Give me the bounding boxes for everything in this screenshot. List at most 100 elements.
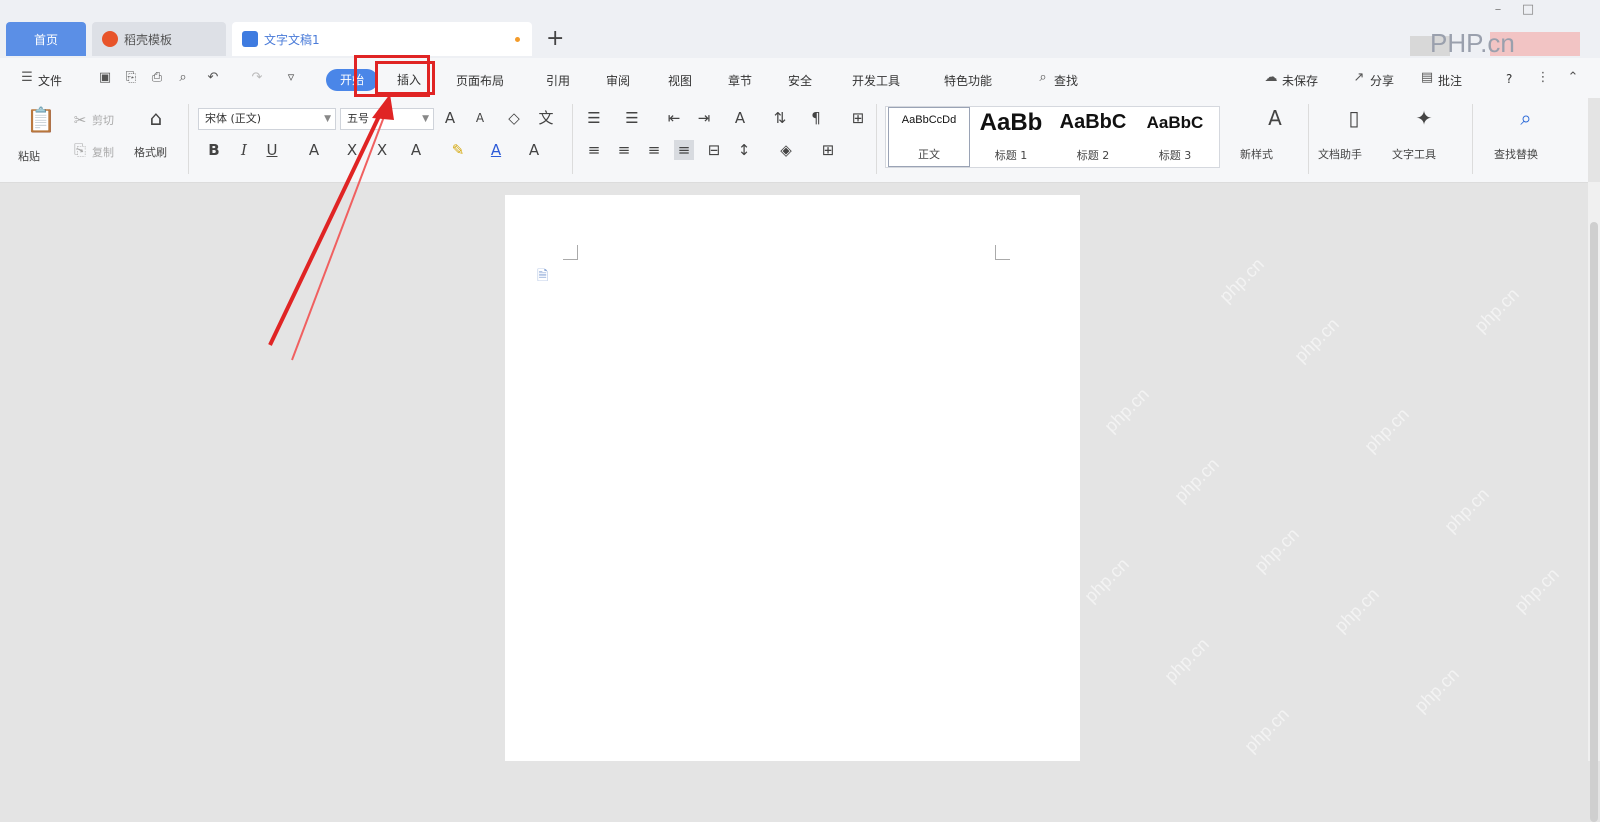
tab-layout[interactable]: 页面布局 (456, 72, 504, 89)
watermark-text: php.cn (1290, 313, 1343, 367)
vertical-scrollbar[interactable] (1588, 182, 1600, 822)
watermark-text: php.cn (1250, 523, 1303, 577)
cut-icon[interactable]: ✂ (70, 110, 90, 130)
style-preview: AaBb (979, 109, 1043, 136)
menu-search[interactable]: 查找 (1054, 72, 1078, 89)
tab-dev[interactable]: 开发工具 (852, 72, 900, 89)
style-name: 标题 3 (1158, 149, 1192, 162)
new-tab-button[interactable]: + (546, 26, 564, 51)
divider (1472, 104, 1473, 174)
export-icon[interactable]: ⎘ (124, 71, 138, 85)
format-painter-icon[interactable]: ⌂ (146, 108, 166, 128)
paste-icon[interactable]: 📋 (26, 108, 56, 132)
pinyin-icon[interactable]: 文 (536, 108, 556, 128)
find-replace-icon[interactable]: ⌕ (1516, 108, 1536, 128)
tab-security[interactable]: 安全 (788, 72, 812, 89)
shrink-font-icon[interactable]: A (470, 108, 490, 128)
watermark-text: php.cn (1160, 633, 1213, 687)
bullet-list-icon[interactable]: ☰ (584, 108, 604, 128)
new-style-icon[interactable]: A (1260, 108, 1290, 128)
copy-button[interactable]: 复制 (92, 144, 114, 160)
watermark-text: php.cn (1510, 563, 1563, 617)
highlight-icon[interactable]: ✎ (448, 140, 468, 160)
align-left-icon[interactable]: ≡ (584, 140, 604, 160)
restore-icon[interactable]: □ (1520, 3, 1536, 16)
border-icon[interactable]: ⊞ (818, 140, 838, 160)
style-heading-1[interactable]: AaBb 标题 1 (970, 107, 1052, 167)
menu-bar: ☰ 文件 ▣ ⎘ ⎙ ⌕ ↶ ↷ ▿ 开始 插入 页面布局 引用 审阅 视图 章… (0, 58, 1600, 98)
share-button[interactable]: 分享 (1370, 72, 1394, 89)
subscript-icon[interactable]: X (372, 140, 392, 160)
collapse-ribbon-icon[interactable]: ⌃ (1566, 71, 1580, 85)
text-effect-icon[interactable]: A (406, 140, 426, 160)
align-right-icon[interactable]: ≡ (644, 140, 664, 160)
unsaved-status[interactable]: 未保存 (1282, 72, 1318, 89)
superscript-icon[interactable]: X (342, 140, 362, 160)
tab-template[interactable]: 稻壳模板 (92, 22, 226, 56)
strikethrough-icon[interactable]: A (304, 140, 324, 160)
more-icon[interactable]: ⋮ (1536, 71, 1550, 85)
preview-icon[interactable]: ⌕ (176, 71, 190, 85)
increase-indent-icon[interactable]: ⇥ (694, 108, 714, 128)
sort-icon[interactable]: ⇅ (770, 108, 790, 128)
comment-icon: ▤ (1420, 70, 1434, 85)
menu-file[interactable]: 文件 (38, 72, 62, 89)
font-family-value: 宋体 (正文) (205, 112, 262, 125)
decrease-indent-icon[interactable]: ⇤ (664, 108, 684, 128)
save-icon[interactable]: ▣ (98, 71, 112, 85)
doc-assistant-icon[interactable]: ▯ (1344, 108, 1364, 128)
distribute-icon[interactable]: ⊟ (704, 140, 724, 160)
document-page[interactable]: 🗎 (505, 195, 1080, 761)
annotate-button[interactable]: 批注 (1438, 72, 1462, 89)
text-tools-button[interactable]: 文字工具 (1392, 146, 1436, 162)
find-replace-button[interactable]: 查找替换 (1494, 146, 1538, 162)
tab-document[interactable]: 文字文稿1 (232, 22, 532, 56)
style-normal[interactable]: AaBbCcDd 正文 (888, 107, 970, 167)
tab-review[interactable]: 审阅 (606, 72, 630, 89)
paragraph-icon[interactable]: 🗎 (537, 265, 548, 289)
show-marks-icon[interactable]: ¶ (806, 108, 826, 128)
tab-home[interactable]: 首页 (6, 22, 86, 56)
new-style-button[interactable]: 新样式 (1240, 146, 1273, 162)
text-tools-icon[interactable]: ✦ (1414, 108, 1434, 128)
search-icon[interactable]: ⌕ (1036, 71, 1050, 85)
copy-icon[interactable]: ⎘ (70, 140, 90, 160)
redo-icon[interactable]: ↷ (250, 71, 264, 85)
numbered-list-icon[interactable]: ☰ (622, 108, 642, 128)
italic-icon[interactable]: I (234, 140, 254, 160)
format-painter-button[interactable]: 格式刷 (134, 144, 167, 160)
char-border-icon[interactable]: A (524, 140, 544, 160)
tab-template-label: 稻壳模板 (124, 32, 173, 47)
print-icon[interactable]: ⎙ (150, 71, 164, 85)
tab-chapter[interactable]: 章节 (728, 72, 752, 89)
tab-reference[interactable]: 引用 (546, 72, 570, 89)
help-button[interactable]: ? (1506, 72, 1512, 86)
table-icon[interactable]: ⊞ (848, 108, 868, 128)
tab-document-label: 文字文稿1 (264, 32, 320, 47)
cut-button[interactable]: 剪切 (92, 112, 114, 128)
tab-view[interactable]: 视图 (668, 72, 692, 89)
align-center-icon[interactable]: ≡ (614, 140, 634, 160)
font-color-icon[interactable]: A (486, 140, 506, 160)
clear-format-icon[interactable]: ◇ (504, 108, 524, 128)
paste-button[interactable]: 粘贴 (18, 148, 40, 164)
undo-icon[interactable]: ↶ (206, 71, 220, 85)
font-family-select[interactable]: 宋体 (正文) ▼ (198, 108, 336, 130)
scrollbar-thumb[interactable] (1590, 222, 1598, 822)
bold-icon[interactable]: B (204, 140, 224, 160)
grow-font-icon[interactable]: A (440, 108, 460, 128)
line-spacing-icon[interactable]: ↕ (734, 140, 754, 160)
tab-special[interactable]: 特色功能 (944, 72, 992, 89)
justify-icon[interactable]: ≡ (674, 140, 694, 160)
dropdown-icon[interactable]: ▿ (284, 71, 298, 85)
style-heading-3[interactable]: AaBbC 标题 3 (1134, 107, 1216, 167)
template-icon (102, 31, 118, 47)
hamburger-icon[interactable]: ☰ (20, 71, 34, 85)
doc-assistant-button[interactable]: 文档助手 (1318, 146, 1362, 162)
chinese-layout-icon[interactable]: A (730, 108, 750, 128)
underline-icon[interactable]: U (262, 140, 282, 160)
style-heading-2[interactable]: AaBbC 标题 2 (1052, 107, 1134, 167)
font-size-select[interactable]: 五号 ▼ (340, 108, 434, 130)
shading-icon[interactable]: ◈ (776, 140, 796, 160)
minimize-icon[interactable]: – (1490, 3, 1506, 16)
